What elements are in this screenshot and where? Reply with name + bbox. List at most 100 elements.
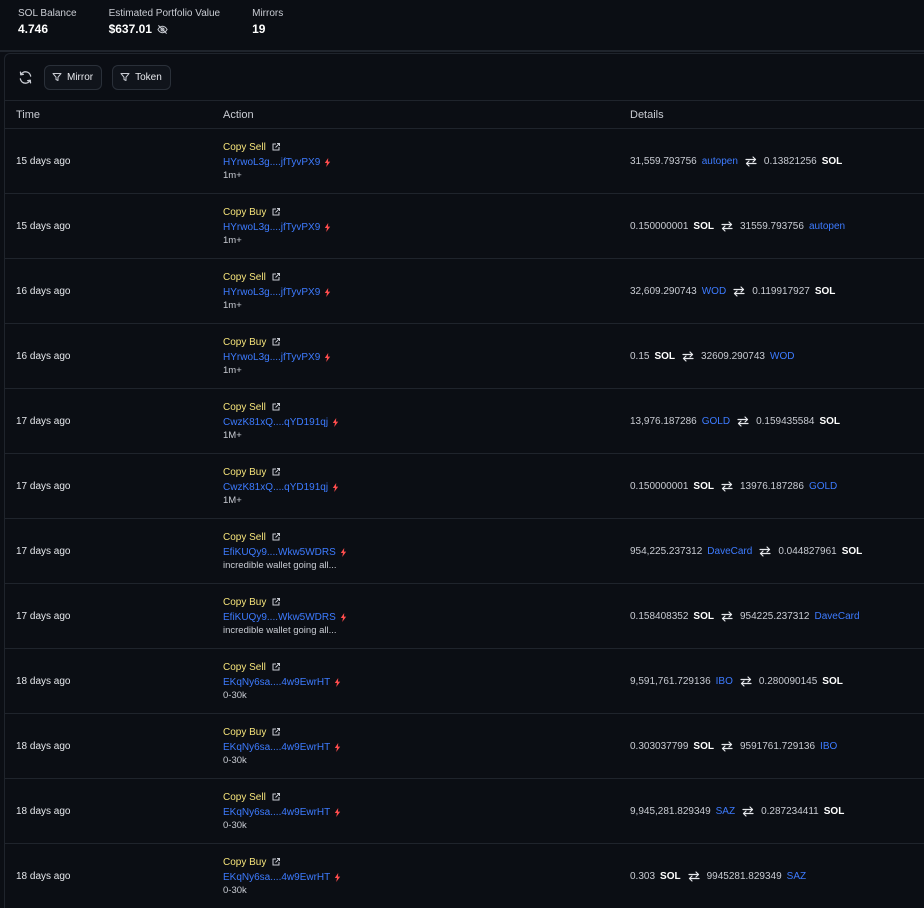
wallet-link[interactable]: HYrwoL3g....jfTyvPX9 <box>223 351 630 365</box>
time-column-header: Time <box>16 108 41 121</box>
table-row: 18 days ago Copy Sell EKqNy6sa....4w9Ewr… <box>5 649 924 714</box>
filter-icon <box>120 72 130 82</box>
wallet-link[interactable]: EKqNy6sa....4w9EwrHT <box>223 871 630 885</box>
swap-icon <box>721 740 733 752</box>
refresh-icon <box>18 70 33 85</box>
from-token[interactable]: WOD <box>702 286 726 297</box>
table-row: 17 days ago Copy Buy EfiKUQy9....Wkw5WDR… <box>5 584 924 649</box>
wallet-note: 0-30k <box>223 689 247 701</box>
from-amount: 0.158408352 <box>630 610 689 622</box>
to-token[interactable]: autopen <box>809 221 845 232</box>
row-action-cell: Copy Sell EKqNy6sa....4w9EwrHT 0-30k <box>223 661 630 702</box>
wallet-note: 1m+ <box>223 234 242 246</box>
swap-icon <box>740 675 752 687</box>
swap-details: 31,559.793756 autopen 0.13821256 SOL <box>630 156 924 167</box>
table-row: 17 days ago Copy Sell EfiKUQy9....Wkw5WD… <box>5 519 924 584</box>
external-link-icon[interactable] <box>271 857 281 867</box>
row-time: 18 days ago <box>16 675 71 687</box>
bolt-icon <box>334 678 341 687</box>
action-title: Copy Buy <box>223 596 630 609</box>
swap-details: 0.303 SOL 9945281.829349 SAZ <box>630 871 924 882</box>
wallet-link[interactable]: CwzK81xQ....qYD191qj <box>223 416 630 430</box>
wallet-link[interactable]: EKqNy6sa....4w9EwrHT <box>223 676 630 690</box>
external-link-icon[interactable] <box>271 402 281 412</box>
external-link-icon[interactable] <box>271 337 281 347</box>
wallet-link[interactable]: HYrwoL3g....jfTyvPX9 <box>223 156 630 170</box>
from-token[interactable]: GOLD <box>702 416 730 427</box>
activity-panel: Mirror Token Time Action Details 15 days… <box>4 53 924 908</box>
action-title: Copy Buy <box>223 856 630 869</box>
wallet-link[interactable]: EfiKUQy9....Wkw5WDRS <box>223 611 630 625</box>
mirror-filter-button[interactable]: Mirror <box>44 64 103 90</box>
external-link-icon[interactable] <box>271 662 281 672</box>
token-filter-button[interactable]: Token <box>112 64 171 90</box>
row-time: 18 days ago <box>16 870 71 882</box>
external-link-icon[interactable] <box>271 142 281 152</box>
row-action-cell: Copy Buy EKqNy6sa....4w9EwrHT 0-30k <box>223 726 630 767</box>
from-amount: 0.303 <box>630 870 656 882</box>
from-token[interactable]: autopen <box>702 156 738 167</box>
action-title: Copy Buy <box>223 206 630 219</box>
row-details-cell: 9,591,761.729136 IBO 0.280090145 SOL <box>630 676 924 687</box>
action-label: Copy Buy <box>223 206 267 218</box>
from-token[interactable]: DaveCard <box>707 546 752 557</box>
mirrors-value: 19 <box>252 22 283 36</box>
eye-off-icon[interactable] <box>157 24 168 35</box>
bolt-icon <box>334 873 341 882</box>
wallet-link[interactable]: EKqNy6sa....4w9EwrHT <box>223 806 630 820</box>
action-title: Copy Sell <box>223 531 630 544</box>
wallet-address: CwzK81xQ....qYD191qj <box>223 416 329 428</box>
from-amount: 9,945,281.829349 <box>630 805 711 817</box>
external-link-icon[interactable] <box>271 467 281 477</box>
external-link-icon[interactable] <box>271 597 281 607</box>
wallet-address: EfiKUQy9....Wkw5WDRS <box>223 546 336 558</box>
wallet-address: HYrwoL3g....jfTyvPX9 <box>223 221 321 233</box>
action-label: Copy Buy <box>223 856 267 868</box>
row-time: 15 days ago <box>16 155 71 167</box>
bolt-icon <box>324 158 331 167</box>
wallet-note: 1M+ <box>223 429 242 441</box>
wallet-link[interactable]: HYrwoL3g....jfTyvPX9 <box>223 221 630 235</box>
swap-icon <box>721 220 733 232</box>
bolt-icon <box>340 548 347 557</box>
swap-icon <box>721 480 733 492</box>
action-label: Copy Sell <box>223 141 266 153</box>
row-details-cell: 9,945,281.829349 SAZ 0.287234411 SOL <box>630 806 924 817</box>
to-token[interactable]: DaveCard <box>815 611 860 622</box>
to-token[interactable]: SAZ <box>787 871 806 882</box>
wallet-link[interactable]: CwzK81xQ....qYD191qj <box>223 481 630 495</box>
refresh-button[interactable] <box>15 67 35 87</box>
row-time: 16 days ago <box>16 350 71 362</box>
wallet-link[interactable]: EfiKUQy9....Wkw5WDRS <box>223 546 630 560</box>
action-block: Copy Buy EKqNy6sa....4w9EwrHT 0-30k <box>223 856 630 897</box>
action-block: Copy Buy HYrwoL3g....jfTyvPX9 1m+ <box>223 336 630 377</box>
from-token: SOL <box>654 350 676 362</box>
sol-balance-amount: 4.746 <box>18 22 49 36</box>
row-time: 18 days ago <box>16 740 71 752</box>
external-link-icon[interactable] <box>271 532 281 542</box>
to-token[interactable]: GOLD <box>809 481 837 492</box>
table-row: 18 days ago Copy Buy EKqNy6sa....4w9EwrH… <box>5 844 924 908</box>
external-link-icon[interactable] <box>271 207 281 217</box>
to-amount: 32609.290743 <box>701 350 765 362</box>
from-token[interactable]: IBO <box>716 676 733 687</box>
swap-details: 954,225.237312 DaveCard 0.044827961 SOL <box>630 546 924 557</box>
table-header: Time Action Details <box>5 101 924 129</box>
row-time: 17 days ago <box>16 610 71 622</box>
row-details-cell: 0.158408352 SOL 954225.237312 DaveCard <box>630 611 924 622</box>
external-link-icon[interactable] <box>271 272 281 282</box>
row-time: 17 days ago <box>16 545 71 557</box>
to-token[interactable]: IBO <box>820 741 837 752</box>
from-token: SOL <box>660 870 681 882</box>
wallet-link[interactable]: HYrwoL3g....jfTyvPX9 <box>223 286 630 300</box>
from-token[interactable]: SAZ <box>716 806 735 817</box>
wallet-address: EKqNy6sa....4w9EwrHT <box>223 676 331 688</box>
external-link-icon[interactable] <box>271 727 281 737</box>
wallet-note: incredible wallet going all... <box>223 624 337 636</box>
wallet-note: 1M+ <box>223 494 242 506</box>
swap-details: 0.150000001 SOL 31559.793756 autopen <box>630 221 924 232</box>
swap-details: 9,945,281.829349 SAZ 0.287234411 SOL <box>630 806 924 817</box>
external-link-icon[interactable] <box>271 792 281 802</box>
wallet-link[interactable]: EKqNy6sa....4w9EwrHT <box>223 741 630 755</box>
to-token[interactable]: WOD <box>770 351 794 362</box>
